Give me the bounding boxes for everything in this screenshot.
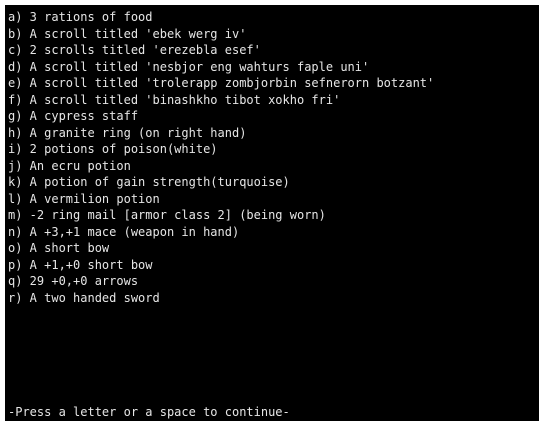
inventory-item[interactable]: b) A scroll titled 'ebek werg iv' — [8, 26, 434, 43]
inventory-item[interactable]: p) A +1,+0 short bow — [8, 257, 434, 274]
inventory-item[interactable]: q) 29 +0,+0 arrows — [8, 273, 434, 290]
inventory-item[interactable]: o) A short bow — [8, 240, 434, 257]
inventory-item[interactable]: m) -2 ring mail [armor class 2] (being w… — [8, 207, 434, 224]
inventory-item[interactable]: f) A scroll titled 'binashkho tibot xokh… — [8, 92, 434, 109]
continue-prompt: -Press a letter or a space to continue- — [8, 405, 290, 419]
inventory-item[interactable]: k) A potion of gain strength(turquoise) — [8, 174, 434, 191]
inventory-item[interactable]: n) A +3,+1 mace (weapon in hand) — [8, 224, 434, 241]
inventory-list: a) 3 rations of food b) A scroll titled … — [8, 9, 434, 306]
inventory-item[interactable]: h) A granite ring (on right hand) — [8, 125, 434, 142]
game-terminal[interactable]: a) 3 rations of food b) A scroll titled … — [5, 5, 539, 421]
inventory-item[interactable]: c) 2 scrolls titled 'erezebla esef' — [8, 42, 434, 59]
inventory-item[interactable]: i) 2 potions of poison(white) — [8, 141, 434, 158]
inventory-item[interactable]: e) A scroll titled 'trolerapp zombjorbin… — [8, 75, 434, 92]
inventory-item[interactable]: a) 3 rations of food — [8, 9, 434, 26]
inventory-item[interactable]: g) A cypress staff — [8, 108, 434, 125]
inventory-item[interactable]: j) An ecru potion — [8, 158, 434, 175]
inventory-item[interactable]: r) A two handed sword — [8, 290, 434, 307]
inventory-item[interactable]: d) A scroll titled 'nesbjor eng wahturs … — [8, 59, 434, 76]
inventory-item[interactable]: l) A vermilion potion — [8, 191, 434, 208]
